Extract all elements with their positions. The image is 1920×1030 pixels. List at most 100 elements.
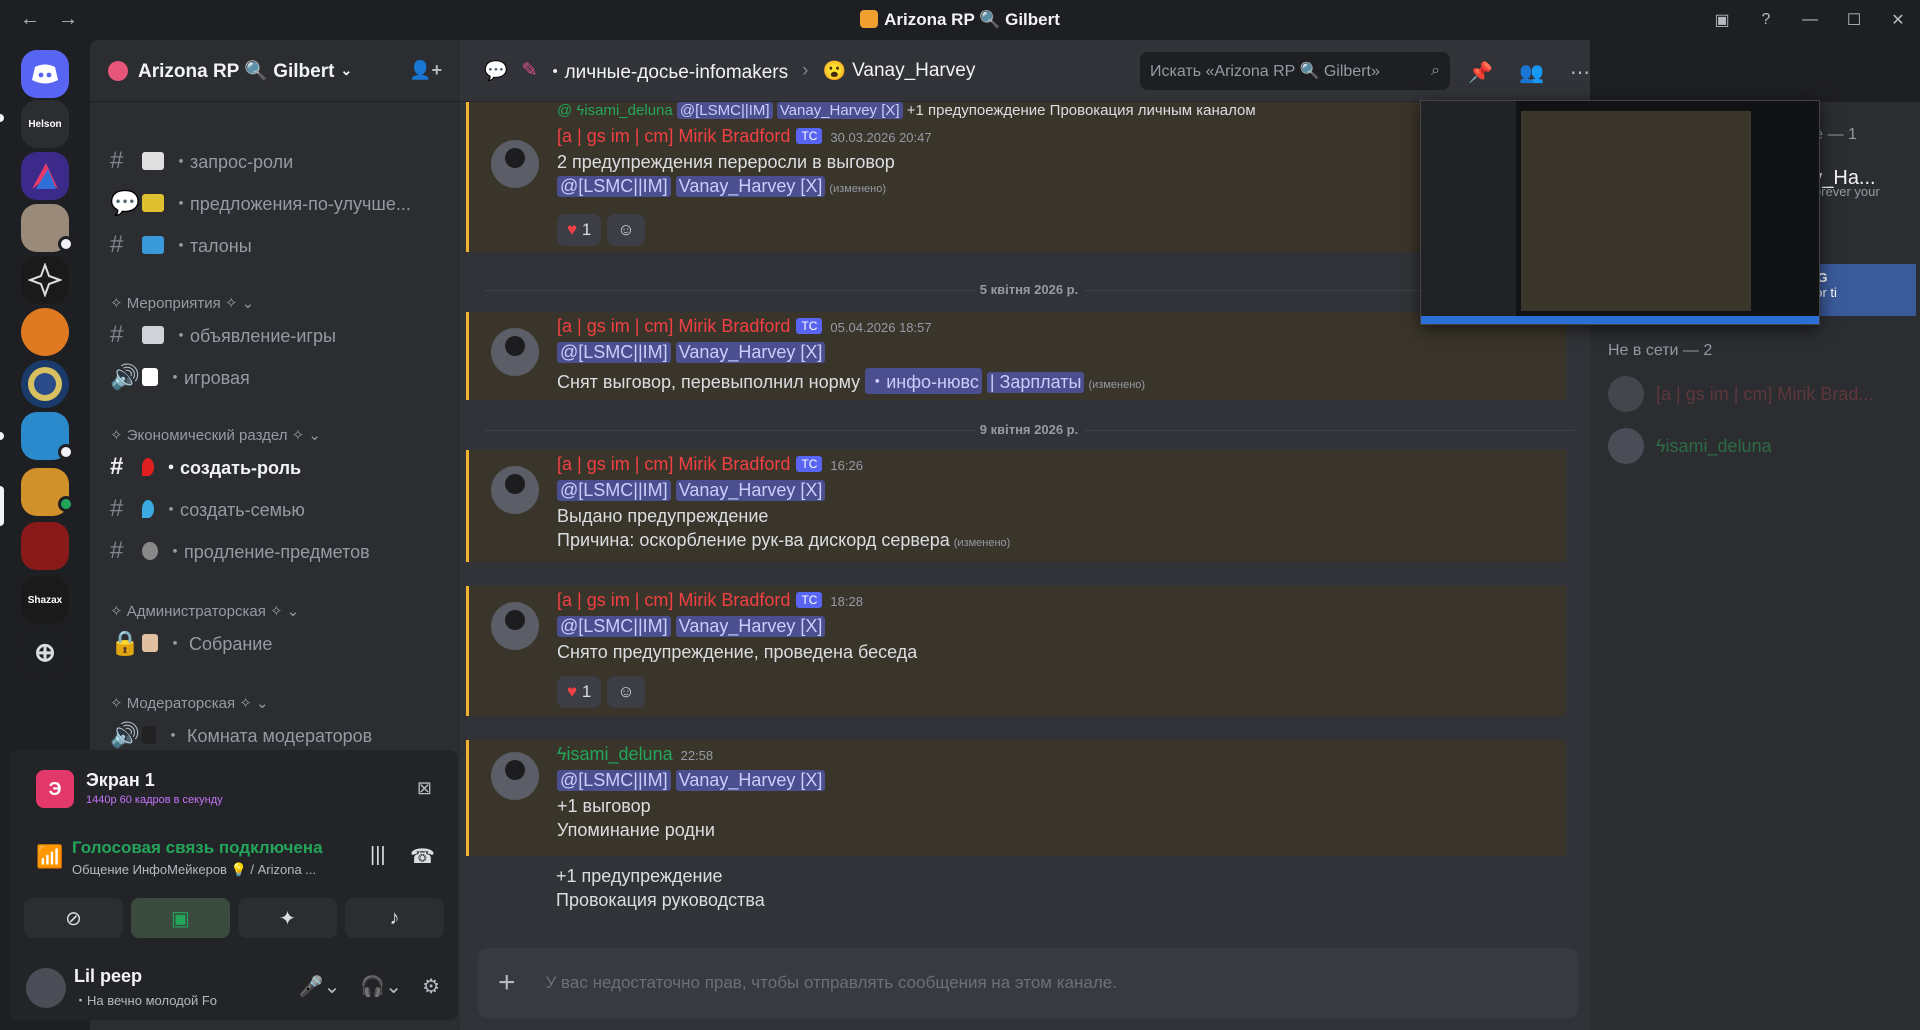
- username[interactable]: Lil peep: [74, 966, 142, 987]
- custom-status: ・На вечно молодой Fo: [74, 993, 218, 1008]
- pin-icon[interactable]: 📌: [1468, 60, 1493, 85]
- hash-icon: #: [110, 147, 124, 174]
- channel-zapros-roli[interactable]: # ・запрос-роли: [98, 142, 452, 180]
- heart-reaction[interactable]: ♥ 1: [557, 676, 602, 708]
- category-economy[interactable]: ✧ Экономический раздел ✧ ⌄: [110, 426, 321, 444]
- reply-preview[interactable]: @ ϟisami_deluna @[LSMC||IM] Vanay_Harvey…: [557, 102, 1256, 119]
- breadcrumb-thread[interactable]: Vanay_Harvey: [852, 60, 975, 82]
- voice-connected-label[interactable]: Голосовая связь подключена: [72, 838, 323, 858]
- channel-predlozheniya[interactable]: 💬 ・предложения-по-улучше...: [98, 184, 452, 222]
- stream-quality: 1440p 60 кадров в секунду: [86, 794, 223, 806]
- message-author[interactable]: [a | gs im | cm] Mirik Bradford TC 16:26: [557, 454, 863, 475]
- channel-igrovaya[interactable]: 🔊 ・игровая: [98, 358, 452, 396]
- user-bar: Lil peep ・На вечно молодой Fo 🎤⌄ 🎧⌄ ⚙: [10, 956, 458, 1020]
- message: [a | gs im | cm] Mirik Bradford TC 18:28 @…: [466, 586, 1566, 716]
- search-icon: ⌕: [1431, 62, 1440, 79]
- reactions: ♥ 1 ☺: [557, 676, 645, 708]
- screen-share-button[interactable]: ▣: [131, 898, 230, 938]
- breadcrumb-channel[interactable]: ・личные-досье-infomakers: [546, 57, 789, 84]
- gear-icon[interactable]: ⚙: [422, 974, 440, 999]
- help-icon[interactable]: ?: [1744, 11, 1788, 29]
- hash-icon: #: [110, 453, 124, 480]
- drop-red-icon: [142, 458, 154, 476]
- category-mod[interactable]: ✧ Модераторская ✧ ⌄: [110, 694, 269, 712]
- message-author[interactable]: [a | gs im | cm] Mirik Bradford TC 18:28: [557, 590, 863, 611]
- server-icon-5[interactable]: [21, 308, 69, 356]
- inbox-icon[interactable]: ▣: [1700, 10, 1744, 30]
- server-icon-9[interactable]: [21, 522, 69, 570]
- message-author[interactable]: ϟisami_deluna 22:58: [557, 744, 713, 765]
- message: @ ϟisami_deluna @[LSMC||IM] Vanay_Harvey…: [466, 102, 1566, 252]
- speaker-icon: 🔊: [110, 363, 140, 391]
- message-text: Упоминание родни: [557, 820, 715, 840]
- message-text: +1 выговор: [557, 796, 651, 816]
- member-offline[interactable]: [a | gs im | cm] Mirik Brad...: [1608, 372, 1873, 416]
- date-divider: 9 квітня 2026 р.: [484, 422, 1574, 437]
- member-offline[interactable]: ϟisami_deluna: [1608, 424, 1772, 468]
- disconnect-icon[interactable]: ☎: [410, 844, 435, 869]
- avatar[interactable]: [491, 602, 539, 650]
- more-icon[interactable]: ⋯: [1570, 60, 1590, 85]
- voice-actions: ⊘ ▣ ✦ ♪: [24, 898, 444, 938]
- guild-header[interactable]: Arizona RP 🔍 Gilbert ⌄ 👤+: [90, 40, 460, 102]
- screen-share-preview[interactable]: [1420, 100, 1820, 325]
- message-author[interactable]: [a | gs im | cm] Mirik Bradford TC 05.04.2…: [557, 316, 932, 337]
- minimize-icon[interactable]: —: [1788, 11, 1832, 29]
- message-input[interactable]: + У вас недостаточно прав, чтобы отправл…: [478, 948, 1578, 1018]
- server-icon-4[interactable]: [21, 256, 69, 304]
- plus-icon[interactable]: +: [498, 966, 516, 1000]
- add-server-icon[interactable]: ⊕: [21, 628, 69, 676]
- activities-button[interactable]: ✦: [238, 898, 337, 938]
- chevron-right-icon: ›: [802, 59, 809, 81]
- add-reaction-icon[interactable]: ☺: [607, 214, 645, 246]
- unread-pill: [0, 114, 4, 122]
- avatar[interactable]: [491, 752, 539, 800]
- window-controls: ▣ ? — ☐ ✕: [1700, 0, 1920, 40]
- headphones-icon[interactable]: 🎧⌄: [360, 974, 402, 999]
- close-icon[interactable]: ✕: [1876, 10, 1920, 30]
- message-author[interactable]: [a | gs im | cm] Mirik Bradford TC 30.03.2…: [557, 126, 932, 147]
- avatar[interactable]: [491, 328, 539, 376]
- noise-suppression-icon[interactable]: |||: [370, 844, 386, 867]
- forum-icon: 💬: [484, 60, 508, 82]
- stream-avatar: Э: [36, 770, 74, 808]
- channel-sozdat-semyu[interactable]: # ・создать-семью: [98, 490, 452, 528]
- channel-prodlenie[interactable]: # ・продление-предметов: [98, 532, 452, 570]
- soundboard-button[interactable]: ♪: [345, 898, 444, 938]
- heart-reaction[interactable]: ♥ 1: [557, 214, 602, 246]
- members-icon[interactable]: 👥: [1519, 60, 1544, 85]
- signal-icon[interactable]: 📶: [36, 844, 63, 870]
- message: ϟisami_deluna 22:58 @[LSMC||IM] Vanay_Har…: [466, 740, 1566, 856]
- channel-link[interactable]: ・инфо-нювс: [865, 368, 982, 394]
- channel-link[interactable]: | Зарплаты: [986, 372, 1085, 393]
- channel-obyavlenie-igry[interactable]: # ・объявление-игры: [98, 316, 452, 354]
- maximize-icon[interactable]: ☐: [1832, 10, 1876, 30]
- channel-komnata-moderatorov[interactable]: 🔊 ・ Комната модераторов: [98, 716, 452, 754]
- message-text: 2 предупреждения переросли в выговор: [557, 152, 895, 172]
- search-input[interactable]: Искать «Arizona RP 🔍 Gilbert» ⌕: [1140, 52, 1450, 90]
- microphone-icon[interactable]: 🎤⌄: [299, 974, 341, 999]
- hash-icon: #: [110, 537, 124, 564]
- voice-status: 📶 Голосовая связь подключена Общение Инф…: [24, 830, 444, 890]
- preview-sidebar: [1421, 101, 1516, 324]
- channel-sozdat-rol[interactable]: # ・создать-роль: [98, 448, 452, 486]
- channel-sobranie[interactable]: 🔒 ・ Собрание: [98, 624, 452, 662]
- invite-icon[interactable]: 👤+: [409, 60, 442, 81]
- category-admin[interactable]: ✧ Администраторская ✧ ⌄: [110, 602, 299, 620]
- avatar[interactable]: [491, 466, 539, 514]
- server-icon-2[interactable]: [21, 152, 69, 200]
- server-helson[interactable]: Helson: [21, 100, 69, 148]
- channel-talony[interactable]: # ・талоны: [98, 226, 452, 264]
- discord-home-icon[interactable]: [21, 50, 69, 98]
- server-icon-6[interactable]: [21, 360, 69, 408]
- camera-off-button[interactable]: ⊘: [24, 898, 123, 938]
- voice-channel-name[interactable]: Общение ИнфоМейкеров 💡 / Arizona ...: [72, 862, 316, 878]
- avatar[interactable]: [491, 140, 539, 188]
- category-events[interactable]: ✧ Мероприятия ✧ ⌄: [110, 294, 254, 312]
- stop-stream-icon[interactable]: ⊠: [417, 778, 432, 799]
- avatar[interactable]: [26, 968, 66, 1008]
- add-reaction-icon[interactable]: ☺: [607, 676, 645, 708]
- message-mentions: @[LSMC||IM] Vanay_Harvey [X]: [557, 616, 826, 637]
- message-text: Причина: оскорбление рук-ва дискорд серв…: [557, 530, 1011, 550]
- server-shazax[interactable]: Shazax: [21, 576, 69, 624]
